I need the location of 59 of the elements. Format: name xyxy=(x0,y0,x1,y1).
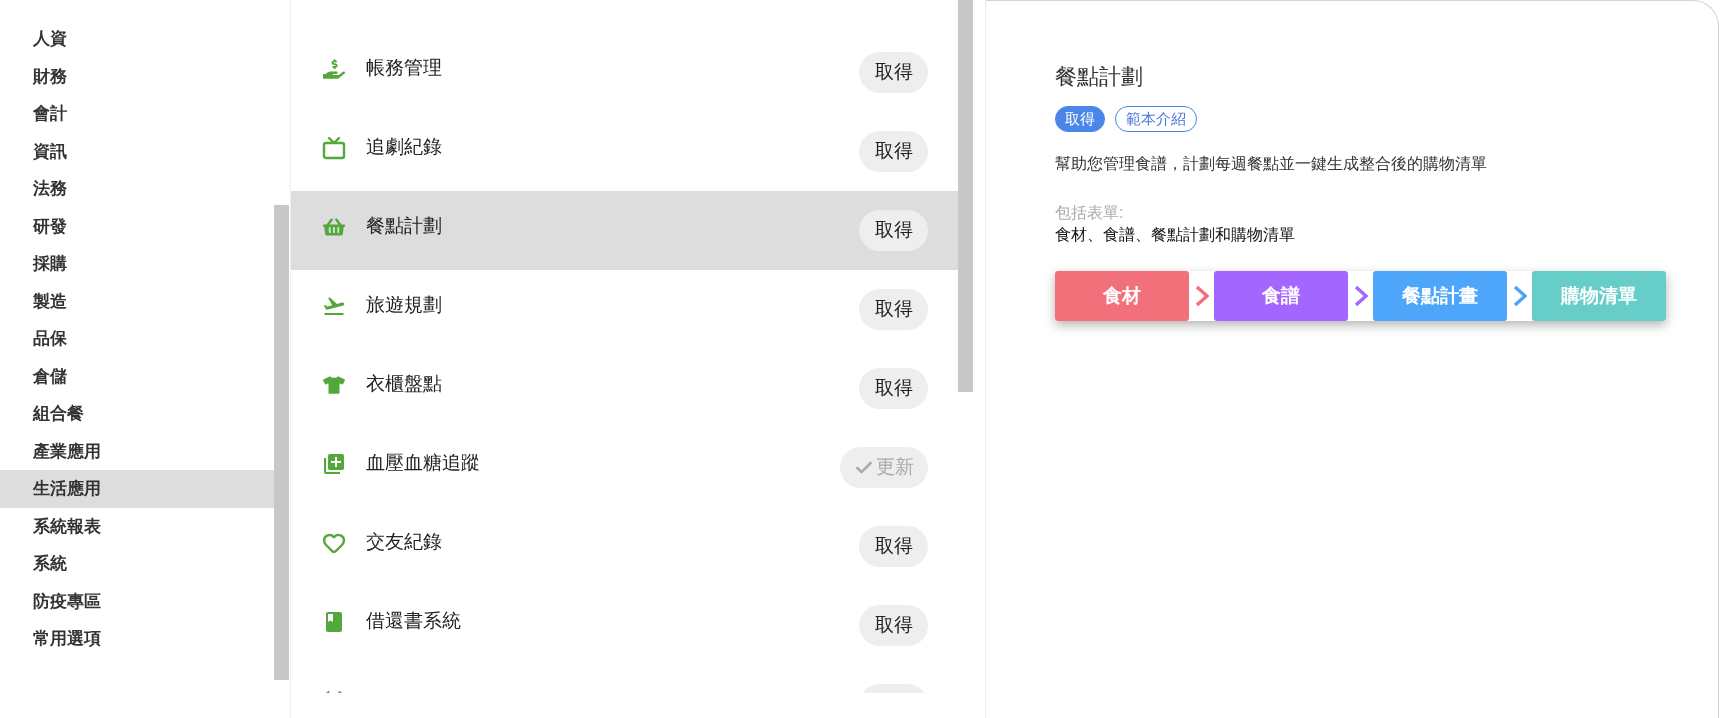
template-name: 借還書系統 xyxy=(366,609,461,634)
template-name: 血壓血糖追蹤 xyxy=(366,451,480,476)
sidebar-item[interactable]: 會計 xyxy=(0,95,274,133)
template-intro-button[interactable]: 範本介紹 xyxy=(1115,106,1197,132)
sidebar-item[interactable]: 法務 xyxy=(0,170,274,208)
template-row[interactable]: 借還書系統 取得 xyxy=(291,586,958,665)
template-row[interactable]: 追劇紀錄 取得 xyxy=(291,112,958,191)
template-row[interactable]: 旅遊規劃 取得 xyxy=(291,270,958,349)
template-name: 餐點計劃 xyxy=(366,214,442,239)
template-row[interactable]: 餐點計劃 取得 xyxy=(291,191,958,270)
hand-dollar-icon xyxy=(323,57,345,80)
chevron-right-icon xyxy=(1194,285,1209,307)
get-button[interactable]: 取得 xyxy=(859,526,928,567)
sidebar-item[interactable]: 產業應用 xyxy=(0,432,274,471)
sidebar-item[interactable]: 生活應用 xyxy=(0,470,274,508)
template-row[interactable]: 衣櫃盤點 取得 xyxy=(291,349,958,428)
basket-icon xyxy=(323,215,345,238)
sidebar-item[interactable]: 防疫專區 xyxy=(0,582,274,621)
chevron-right-icon xyxy=(1512,285,1527,307)
template-name: 旅遊規劃 xyxy=(366,293,442,318)
template-row[interactable]: 交友紀錄 取得 xyxy=(291,507,958,586)
sidebar-item[interactable]: 組合餐 xyxy=(0,395,274,433)
sidebar-item[interactable]: 人資 xyxy=(0,20,274,58)
flow-step: 餐點計畫 xyxy=(1373,271,1507,321)
template-name: 交友紀錄 xyxy=(366,530,442,555)
sidebar-item[interactable]: 系統 xyxy=(0,545,274,583)
sidebar-item[interactable]: 品保 xyxy=(0,320,274,358)
sidebar-item[interactable]: 資訊 xyxy=(0,132,274,171)
get-button[interactable]: 取得 xyxy=(859,131,928,172)
sidebar-item[interactable]: 常用選項 xyxy=(0,620,274,658)
shirt-icon xyxy=(323,373,345,396)
plus-squares-icon xyxy=(322,451,346,476)
sidebar-item[interactable]: 倉儲 xyxy=(0,357,274,396)
scrollbar-thumb[interactable] xyxy=(958,0,973,392)
flow-step: 購物清單 xyxy=(1532,271,1666,321)
get-button[interactable]: 取得 xyxy=(859,605,928,646)
get-button[interactable]: 取得 xyxy=(859,368,928,409)
template-row[interactable]: 帳務管理 取得 xyxy=(291,33,958,112)
scrollbar-thumb[interactable] xyxy=(274,205,289,680)
chevron-right-icon xyxy=(1353,285,1368,307)
template-name: 追劇紀錄 xyxy=(366,135,442,160)
tv-icon xyxy=(322,135,346,160)
template-description: 幫助您管理食譜，計劃每週餐點並一鍵生成整合後的購物清單 xyxy=(1055,154,1487,174)
get-button[interactable]: 取得 xyxy=(859,210,928,251)
sidebar-item[interactable]: 製造 xyxy=(0,282,274,321)
sidebar-item[interactable]: 研發 xyxy=(0,207,274,246)
forms-list: 食材、食譜、餐點計劃和購物清單 xyxy=(1055,224,1295,246)
template-name: 帳務管理 xyxy=(366,56,442,81)
sidebar-item[interactable]: 系統報表 xyxy=(0,507,274,546)
flow-step: 食譜 xyxy=(1214,271,1348,321)
get-button[interactable]: 取得 xyxy=(1055,106,1105,132)
forms-label: 包括表單: xyxy=(1055,203,1124,223)
sidebar-item[interactable]: 採購 xyxy=(0,245,274,283)
flow-step: 食材 xyxy=(1055,271,1189,321)
get-button[interactable]: 取得 xyxy=(859,52,928,93)
template-title: 餐點計劃 xyxy=(1055,63,1143,91)
get-button[interactable]: 取得 xyxy=(859,289,928,330)
sidebar-item[interactable]: 財務 xyxy=(0,57,274,96)
template-name: 衣櫃盤點 xyxy=(366,372,442,397)
